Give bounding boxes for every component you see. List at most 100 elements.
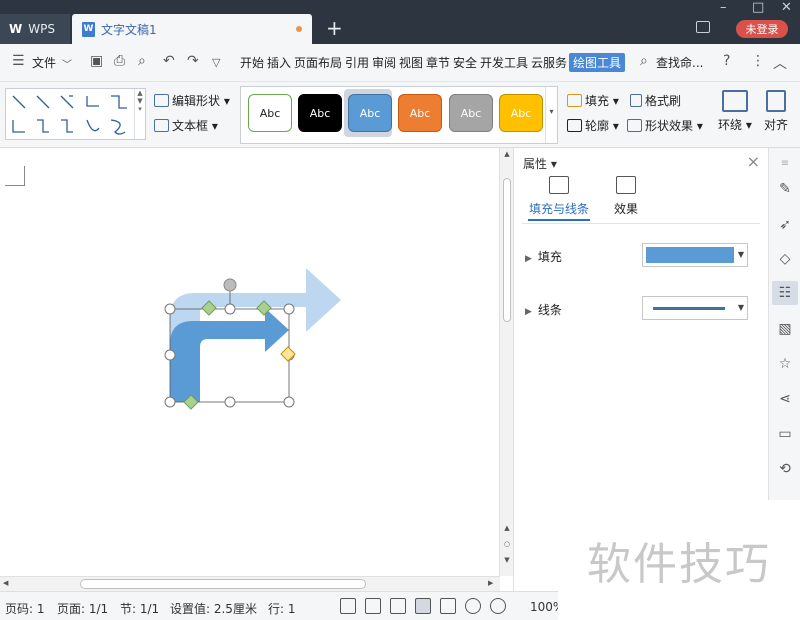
- wps-app-tab[interactable]: W WPS: [0, 14, 70, 44]
- print-preview-icon[interactable]: ⌕: [138, 53, 146, 69]
- format-painter-button[interactable]: 格式刷: [630, 92, 681, 109]
- bent-arrow-shape[interactable]: [170, 308, 289, 402]
- reading-mode-icon[interactable]: [365, 598, 381, 614]
- fullscreen-icon[interactable]: [340, 598, 356, 614]
- new-tab-button[interactable]: +: [326, 16, 343, 40]
- document-tab[interactable]: W 文字文稿1: [72, 14, 312, 44]
- align-label: 对齐: [764, 118, 789, 132]
- text-box-button[interactable]: 文本框 ▾: [154, 117, 218, 134]
- line-shapes-gallery[interactable]: ▲ ▼ ▾: [5, 88, 146, 140]
- line-section-toggle[interactable]: ▶ 线条: [525, 301, 562, 318]
- file-menu[interactable]: 文件: [32, 54, 56, 71]
- edit-shape-icon: [154, 94, 169, 107]
- fill-bucket-icon: [549, 176, 569, 194]
- menu-tab-developer[interactable]: 开发工具: [480, 54, 528, 71]
- fill-section-toggle[interactable]: ▶ 填充: [525, 248, 562, 265]
- more-icon[interactable]: ⋮: [751, 53, 765, 69]
- style-preset-4[interactable]: Abc: [398, 94, 442, 132]
- shapes-gallery-scroll[interactable]: ▲ ▼ ▾: [134, 89, 145, 139]
- pen-icon[interactable]: ✎: [776, 180, 794, 198]
- menu-tab-drawing-tools[interactable]: 绘图工具: [569, 53, 626, 72]
- align-button[interactable]: 对齐: [764, 90, 788, 133]
- menu-tab-security[interactable]: 安全: [453, 54, 477, 71]
- menu-tab-review[interactable]: 审阅: [372, 54, 396, 71]
- properties-title[interactable]: 属性 ▾: [523, 155, 557, 172]
- print-icon[interactable]: ⎙: [114, 53, 125, 69]
- section-info[interactable]: 节: 1/1: [120, 600, 159, 617]
- style-preset-3[interactable]: Abc: [348, 94, 392, 132]
- select-browse-icon[interactable]: ○: [500, 540, 514, 548]
- scroll-up-icon[interactable]: ▲: [500, 150, 514, 158]
- menu-tab-insert[interactable]: 插入: [267, 54, 291, 71]
- setting-value[interactable]: 设置值: 2.5厘米: [170, 600, 257, 617]
- cursor-icon[interactable]: ➶: [776, 216, 794, 234]
- menu-tab-references[interactable]: 引用: [345, 54, 369, 71]
- prev-page-icon[interactable]: ▲: [500, 524, 514, 532]
- search-icon[interactable]: ⌕: [640, 53, 648, 69]
- adjust-handle-yellow[interactable]: [280, 346, 296, 362]
- settings-sliders-icon[interactable]: ☷: [772, 281, 798, 305]
- history-icon[interactable]: ⟲: [776, 460, 794, 478]
- menu-tab-cloud[interactable]: 云服务: [531, 54, 567, 71]
- align-icon: [766, 90, 786, 112]
- horizontal-scrollbar[interactable]: ◀ ▶: [0, 576, 500, 591]
- wrap-button[interactable]: 环绕 ▾: [718, 90, 752, 133]
- minimize-icon[interactable]: –: [720, 0, 727, 15]
- chevron-down-icon[interactable]: ﹀: [62, 56, 72, 71]
- star-icon[interactable]: ☆: [776, 355, 794, 373]
- collapse-ribbon-icon[interactable]: ︿: [773, 53, 787, 73]
- rotate-handle-icon[interactable]: [223, 278, 237, 292]
- page-view-icon[interactable]: [415, 598, 431, 614]
- horizontal-scroll-thumb[interactable]: [80, 579, 366, 589]
- line-number[interactable]: 行: 1: [268, 600, 296, 617]
- style-preset-2[interactable]: Abc: [298, 94, 342, 132]
- tab-effects[interactable]: 效果: [609, 176, 643, 217]
- style-preset-5[interactable]: Abc: [449, 94, 493, 132]
- outline-button[interactable]: 轮廓 ▾: [567, 117, 619, 134]
- menu-tab-page-layout[interactable]: 页面布局: [294, 54, 342, 71]
- style-gallery-more[interactable]: ▾: [545, 87, 557, 143]
- quick-access-dropdown-icon[interactable]: ▽: [212, 56, 220, 69]
- document-canvas[interactable]: [0, 148, 500, 576]
- save-icon[interactable]: ▣: [90, 53, 103, 69]
- edit-shape-button[interactable]: 编辑形状 ▾: [154, 92, 230, 109]
- web-view-icon[interactable]: [465, 598, 481, 614]
- menu-tab-start[interactable]: 开始: [240, 54, 264, 71]
- window-mode-icon[interactable]: [696, 21, 710, 33]
- chevron-down-icon: ▼: [737, 303, 744, 312]
- hamburger-menu-icon[interactable]: ☰: [12, 53, 25, 69]
- login-button[interactable]: 未登录: [736, 20, 788, 38]
- pen-mode-icon[interactable]: [390, 598, 406, 614]
- fill-color-dropdown[interactable]: ▼: [642, 243, 748, 267]
- share-icon[interactable]: ⋖: [776, 390, 794, 408]
- archive-icon[interactable]: ▭: [776, 425, 794, 443]
- shapes-icon[interactable]: ◇: [776, 250, 794, 268]
- scroll-left-icon[interactable]: ◀: [3, 579, 8, 587]
- title-bar: W WPS W 文字文稿1 + – □ ✕ 未登录: [0, 0, 800, 44]
- search-commands[interactable]: 查找命...: [656, 54, 703, 71]
- image-icon[interactable]: ▧: [776, 320, 794, 338]
- page-number[interactable]: 页码: 1: [5, 600, 45, 617]
- tab-fill-and-line[interactable]: 填充与线条: [528, 176, 590, 221]
- line-style-dropdown[interactable]: ▼: [642, 296, 748, 320]
- next-page-icon[interactable]: ▼: [500, 556, 514, 564]
- vertical-scroll-thumb[interactable]: [503, 178, 511, 322]
- vertical-scrollbar[interactable]: ▲ ▲ ○ ▼: [499, 148, 513, 576]
- menu-tab-section[interactable]: 章节: [426, 54, 450, 71]
- eye-protection-icon[interactable]: [490, 598, 506, 614]
- close-window-icon[interactable]: ✕: [781, 0, 792, 15]
- close-panel-icon[interactable]: ×: [747, 152, 760, 171]
- undo-icon[interactable]: ↶: [163, 53, 175, 69]
- page-count[interactable]: 页面: 1/1: [57, 600, 108, 617]
- help-icon[interactable]: ?: [723, 53, 730, 69]
- style-preset-6[interactable]: Abc: [499, 94, 543, 132]
- outline-view-icon[interactable]: [440, 598, 456, 614]
- effects-icon: [616, 176, 636, 194]
- fill-button[interactable]: 填充 ▾: [567, 92, 619, 109]
- menu-tab-view[interactable]: 视图: [399, 54, 423, 71]
- redo-icon[interactable]: ↷: [187, 53, 199, 69]
- maximize-icon[interactable]: □: [752, 0, 764, 15]
- style-preset-1[interactable]: Abc: [248, 94, 292, 132]
- shape-effects-button[interactable]: 形状效果 ▾: [627, 117, 703, 134]
- scroll-right-icon[interactable]: ▶: [488, 579, 493, 587]
